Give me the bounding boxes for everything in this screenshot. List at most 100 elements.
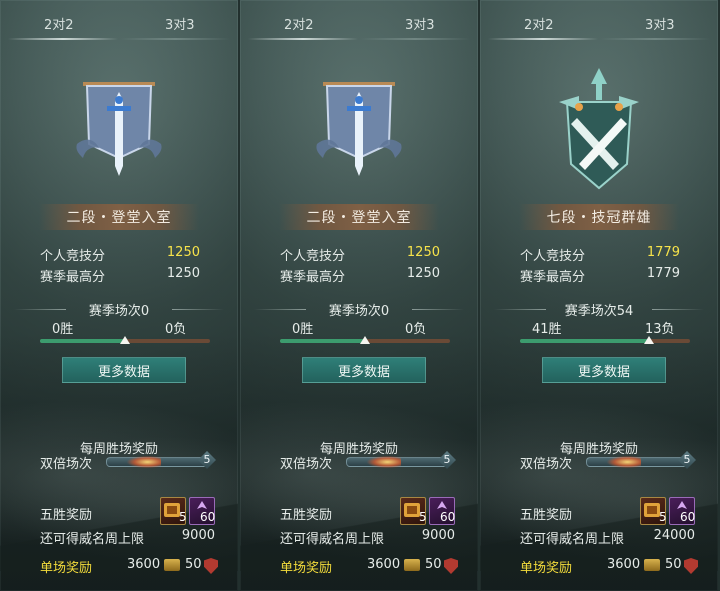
treasure-chest-icon	[644, 559, 660, 571]
five-win-reward-row: 五胜奖励 5 60	[520, 497, 700, 527]
win-bar-fill	[40, 339, 125, 343]
season-high-value: 1250	[406, 266, 440, 281]
weekly-limit-label: 还可得威名周上限	[280, 532, 385, 547]
purple-essence-count: 60	[200, 510, 216, 524]
arena-panel: 2对2 3对3 二段・登堂入室 个人竞技分 1250 赛季最高分 1250 赛季…	[0, 0, 238, 591]
purple-essence-count: 60	[680, 510, 696, 524]
five-win-label: 五胜奖励	[520, 508, 573, 523]
double-games-label: 双倍场次	[280, 457, 333, 472]
banner-sword-emblem-glyph	[76, 82, 162, 176]
rank-emblem-icon	[69, 66, 169, 196]
win-loss-row: 0胜 0负	[0, 318, 238, 337]
more-data-button[interactable]: 更多数据	[542, 357, 666, 383]
season-high-row: 赛季最高分 1779	[520, 266, 680, 286]
gold-token-count: 5	[659, 510, 667, 524]
gold-token-icon[interactable]: 5	[160, 497, 187, 525]
win-loss-row: 0胜 0负	[240, 318, 478, 337]
ratio-marker-icon	[360, 336, 370, 344]
tab-2v2[interactable]: 2对2	[524, 14, 554, 36]
season-high-row: 赛季最高分 1250	[40, 266, 200, 286]
single-match-reward-row: 单场奖励 3600 50	[520, 557, 710, 579]
red-shield-icon	[444, 558, 458, 574]
win-loss-row: 41胜 13负	[480, 318, 718, 337]
win-bar-fill	[280, 339, 365, 343]
double-games-progress	[586, 456, 688, 468]
win-loss-bar	[280, 336, 450, 344]
crossed-swords-emblem-glyph	[559, 68, 639, 190]
weekly-limit-value: 9000	[421, 528, 455, 543]
personal-score-value: 1779	[646, 245, 680, 260]
inactive-tab-indicator	[120, 38, 230, 40]
season-high-value: 1779	[646, 266, 680, 281]
tab-2v2[interactable]: 2对2	[44, 14, 74, 36]
more-data-button[interactable]: 更多数据	[62, 357, 186, 383]
single-match-value-2: 50	[185, 557, 202, 572]
mode-tabs: 2对2 3对3	[240, 0, 478, 40]
tab-3v3[interactable]: 3对3	[645, 14, 675, 36]
gold-token-count: 5	[179, 510, 187, 524]
gold-token-icon[interactable]: 5	[640, 497, 667, 525]
single-match-value-2: 50	[425, 557, 442, 572]
double-games-progress	[346, 456, 448, 468]
flame-icon	[367, 456, 401, 468]
mode-tabs: 2对2 3对3	[480, 0, 718, 40]
weekly-limit-value: 24000	[653, 528, 695, 543]
arena-panels: 2对2 3对3 二段・登堂入室 个人竞技分 1250 赛季最高分 1250 赛季…	[0, 0, 720, 591]
personal-score-value: 1250	[166, 245, 200, 260]
rank-title: 二段・登堂入室	[39, 204, 199, 230]
season-games-count: 赛季场次0	[240, 300, 478, 319]
tab-3v3[interactable]: 3对3	[165, 14, 195, 36]
tab-3v3[interactable]: 3对3	[405, 14, 435, 36]
wins-count: 0胜	[292, 322, 314, 337]
weekly-limit-label: 还可得威名周上限	[520, 532, 625, 547]
inactive-tab-indicator	[600, 38, 710, 40]
win-loss-bar	[40, 336, 210, 344]
season-high-value: 1250	[166, 266, 200, 281]
red-shield-icon	[204, 558, 218, 574]
tab-2v2[interactable]: 2对2	[284, 14, 314, 36]
weekly-reward-title: 每周胜场奖励	[79, 442, 158, 457]
single-match-value-1: 3600	[367, 557, 401, 572]
flame-icon	[127, 456, 161, 468]
single-match-label: 单场奖励	[280, 561, 333, 576]
weekly-limit-label: 还可得威名周上限	[40, 532, 145, 547]
personal-score-row: 个人竞技分 1779	[520, 245, 680, 265]
losses-count: 13负	[645, 322, 675, 337]
gold-token-icon[interactable]: 5	[400, 497, 427, 525]
losses-count: 0负	[405, 322, 427, 337]
single-match-reward-row: 单场奖励 3600 50	[280, 557, 470, 579]
treasure-chest-icon	[164, 559, 180, 571]
five-win-reward-row: 五胜奖励 5 60	[40, 497, 220, 527]
arena-panel: 2对2 3对3 七段・技冠群雄 个人竞技分 1779 赛季最高分 1779 赛季…	[480, 0, 718, 591]
weekly-reward-title: 每周胜场奖励	[559, 442, 638, 457]
weekly-reward-title: 每周胜场奖励	[319, 442, 398, 457]
rank-title: 七段・技冠群雄	[519, 204, 679, 230]
personal-score-value: 1250	[406, 245, 440, 260]
wins-count: 0胜	[52, 322, 74, 337]
more-data-button[interactable]: 更多数据	[302, 357, 426, 383]
weekly-limit-row: 还可得威名周上限 9000	[40, 528, 220, 547]
single-match-reward-row: 单场奖励 3600 50	[40, 557, 230, 579]
treasure-chest-icon	[404, 559, 420, 571]
single-match-label: 单场奖励	[520, 561, 573, 576]
season-games-count: 赛季场次54	[480, 300, 718, 319]
purple-essence-icon[interactable]: 60	[669, 497, 695, 525]
double-games-label: 双倍场次	[40, 457, 93, 472]
weekly-limit-row: 还可得威名周上限 24000	[520, 528, 700, 547]
personal-score-row: 个人竞技分 1250	[40, 245, 200, 265]
purple-essence-icon[interactable]: 60	[429, 497, 455, 525]
wins-count: 41胜	[532, 322, 562, 337]
banner-sword-emblem-glyph	[316, 82, 402, 176]
personal-score-label: 个人竞技分	[40, 249, 106, 264]
purple-essence-icon[interactable]: 60	[189, 497, 215, 525]
active-tab-indicator	[8, 38, 118, 40]
single-match-value-1: 3600	[607, 557, 641, 572]
active-tab-indicator	[488, 38, 598, 40]
rank-title: 二段・登堂入室	[279, 204, 439, 230]
arena-panel: 2对2 3对3 二段・登堂入室 个人竞技分 1250 赛季最高分 1250 赛季…	[240, 0, 478, 591]
win-loss-bar	[520, 336, 690, 344]
single-match-value-2: 50	[665, 557, 682, 572]
five-win-label: 五胜奖励	[280, 508, 333, 523]
season-high-label: 赛季最高分	[40, 270, 106, 285]
five-win-reward-row: 五胜奖励 5 60	[280, 497, 460, 527]
